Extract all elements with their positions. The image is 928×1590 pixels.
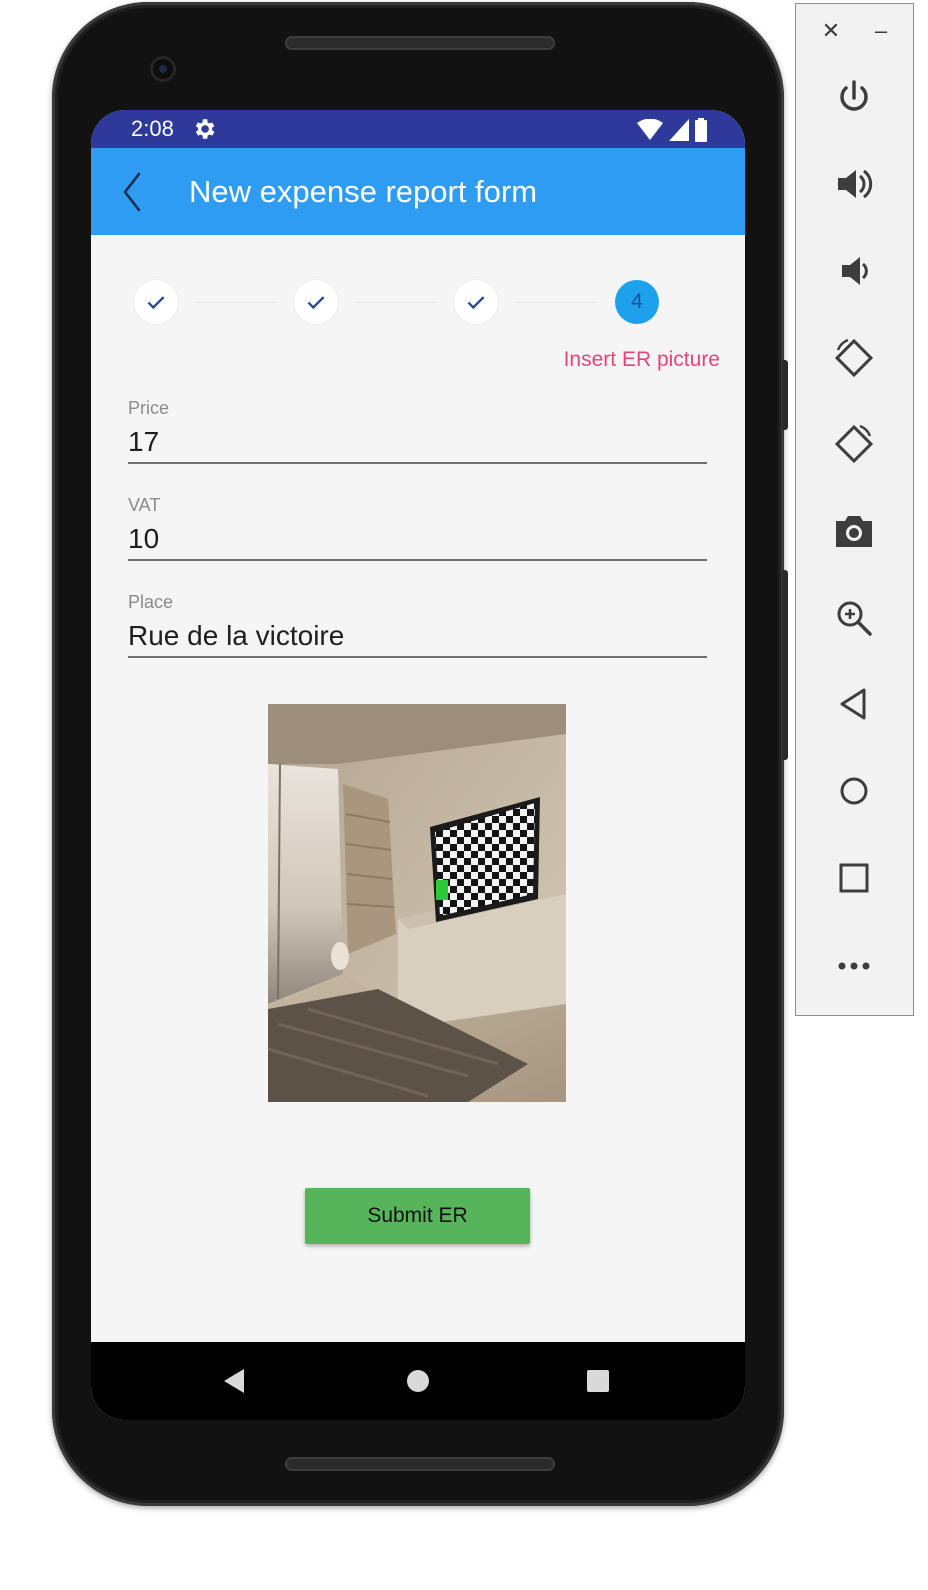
- panel-window-controls: ✕ –: [796, 18, 913, 48]
- step-connector: [518, 302, 594, 303]
- volume-up-icon[interactable]: [832, 162, 876, 206]
- signal-icon: [669, 119, 689, 141]
- step-connector: [198, 302, 274, 303]
- room-photo: [268, 704, 566, 1102]
- bottom-speaker: [285, 1457, 555, 1471]
- status-time: 2:08: [131, 116, 174, 141]
- step-connector: [358, 302, 434, 303]
- home-circle-icon[interactable]: [403, 1366, 433, 1396]
- chevron-left-icon[interactable]: [113, 166, 153, 218]
- volume-down-icon[interactable]: [832, 249, 876, 293]
- app-bar: New expense report form: [91, 148, 745, 235]
- step-3[interactable]: [454, 280, 498, 324]
- overview-icon[interactable]: [832, 856, 876, 900]
- battery-icon: [695, 118, 707, 142]
- front-camera: [150, 56, 176, 82]
- status-bar: 2:08: [91, 110, 745, 148]
- vat-label: VAT: [128, 495, 161, 515]
- price-input[interactable]: [128, 422, 707, 464]
- page-title: New expense report form: [189, 174, 538, 209]
- rotate-right-icon[interactable]: [832, 422, 876, 466]
- step-2[interactable]: [294, 280, 338, 324]
- step-4[interactable]: 4: [615, 280, 659, 324]
- home-icon[interactable]: [832, 769, 876, 813]
- back-triangle-icon[interactable]: [220, 1366, 250, 1396]
- wifi-icon: [637, 119, 663, 140]
- gear-icon: [195, 119, 215, 139]
- app-screen: 2:08 New expense report form 4 Insert ER…: [91, 110, 745, 1420]
- emulator-panel: ✕ –: [795, 3, 914, 1016]
- check-icon: [147, 296, 165, 310]
- submit-er-button[interactable]: Submit ER: [305, 1188, 530, 1244]
- step-number: 4: [631, 290, 643, 313]
- power-side-button: [782, 360, 788, 430]
- er-picture: [268, 704, 566, 1102]
- check-icon: [467, 296, 485, 310]
- step-label: Insert ER picture: [563, 348, 720, 371]
- status-icons: [637, 118, 707, 142]
- navigation-bar: [91, 1342, 745, 1420]
- recents-square-icon[interactable]: [583, 1366, 613, 1396]
- power-icon[interactable]: [832, 76, 876, 120]
- volume-side-button: [782, 570, 788, 760]
- close-icon[interactable]: ✕: [820, 18, 842, 44]
- place-field: Place: [128, 592, 707, 668]
- more-icon[interactable]: [832, 942, 876, 986]
- place-input[interactable]: [128, 616, 707, 658]
- place-label: Place: [128, 592, 174, 612]
- minimize-icon[interactable]: –: [870, 18, 892, 44]
- back-icon[interactable]: [832, 682, 876, 726]
- price-field: Price: [128, 398, 707, 474]
- step-1[interactable]: [134, 280, 178, 324]
- zoom-icon[interactable]: [832, 596, 876, 640]
- price-label: Price: [128, 398, 170, 418]
- vat-input[interactable]: [128, 519, 707, 561]
- vat-field: VAT: [128, 495, 707, 571]
- check-icon: [307, 296, 325, 310]
- camera-icon[interactable]: [832, 509, 876, 553]
- top-speaker: [285, 36, 555, 50]
- rotate-left-icon[interactable]: [832, 336, 876, 380]
